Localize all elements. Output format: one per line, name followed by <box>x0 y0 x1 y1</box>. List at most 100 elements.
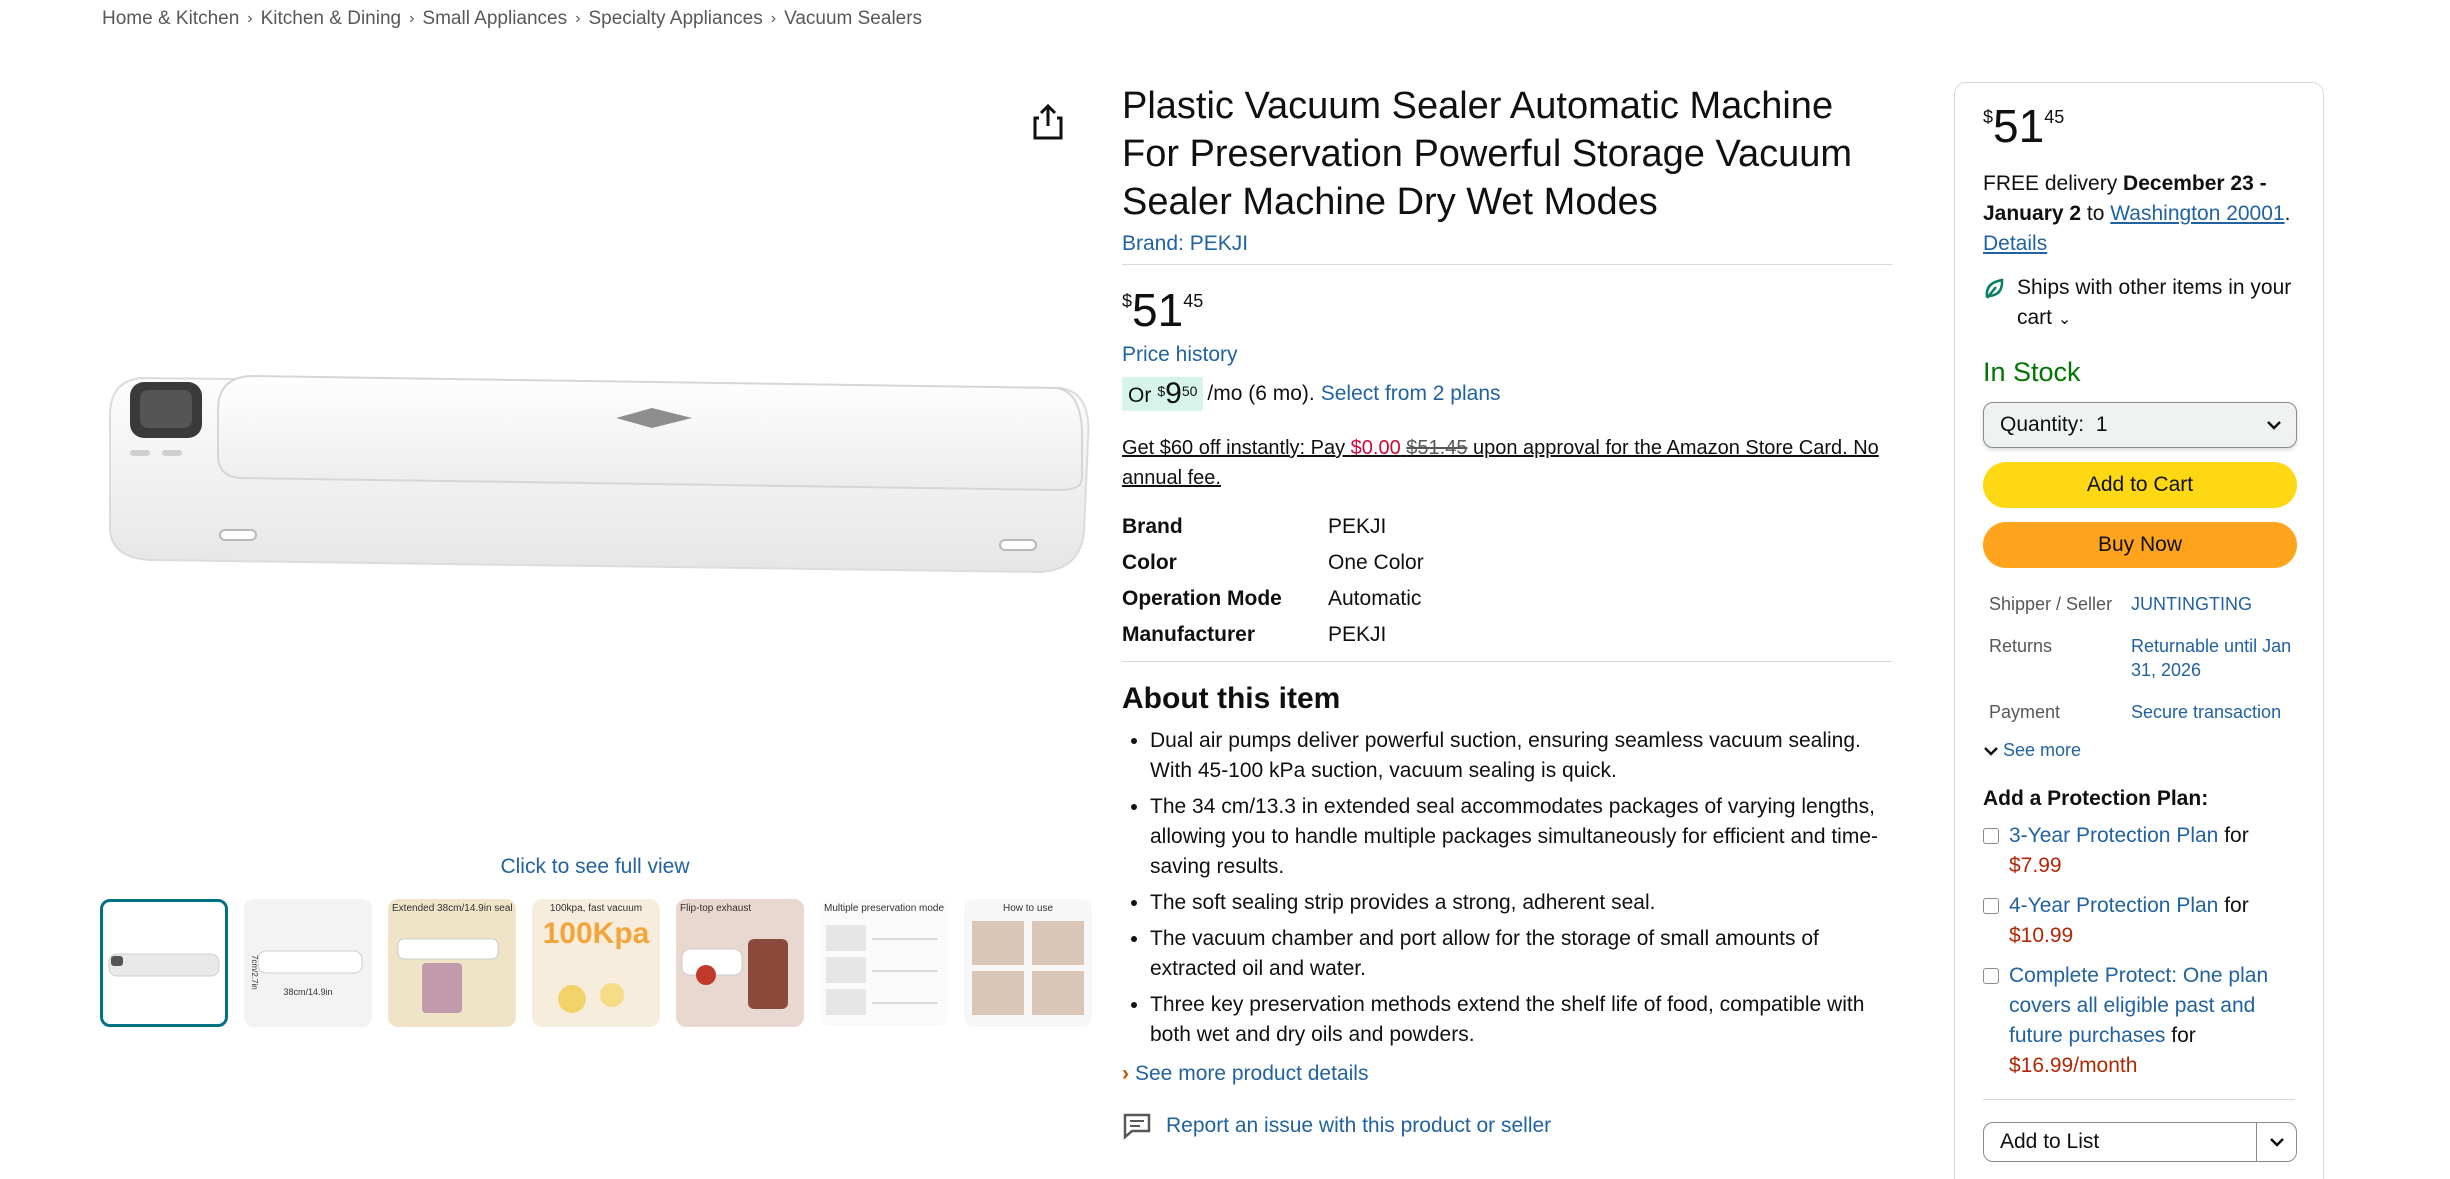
share-icon[interactable] <box>1030 102 1066 142</box>
thumbnail-3[interactable]: Extended 38cm/14.9in sealing <box>388 899 516 1027</box>
spec-key: Manufacturer <box>1122 623 1256 646</box>
thumbnail-2[interactable]: 38cm/14.9in 7cm/2.7in <box>244 899 372 1027</box>
see-more-button[interactable]: See more <box>1983 740 2295 761</box>
select-plans-link[interactable]: Select from 2 plans <box>1321 382 1501 406</box>
breadcrumb-item[interactable]: Small Appliances <box>422 8 567 30</box>
price-fraction: 45 <box>2044 107 2065 127</box>
chevron-down-icon[interactable] <box>2256 1123 2296 1161</box>
stock-status: In Stock <box>1983 357 2081 387</box>
spec-key: Operation Mode <box>1122 587 1282 610</box>
ships-with-cart[interactable]: Ships with other items in your cart ⌄ <box>1983 273 2295 335</box>
quantity-select[interactable]: Quantity: 1 <box>1983 402 2297 448</box>
monthly-whole: 9 <box>1165 377 1182 410</box>
spec-value: One Color <box>1328 551 1424 574</box>
offer-old-price: $51.45 <box>1406 437 1468 459</box>
thumbnail-1[interactable] <box>100 899 228 1027</box>
thumbnail-5[interactable]: Flip-top exhaust <box>676 899 804 1027</box>
buy-now-button[interactable]: Buy Now <box>1983 522 2297 568</box>
feature-bullet: Three key preservation methods extend th… <box>1150 990 1892 1050</box>
spec-value: Automatic <box>1328 587 1422 610</box>
spec-table: Brand PEKJI Color One Color Operation Mo… <box>1122 515 1892 647</box>
monthly-fraction: 50 <box>1181 383 1198 399</box>
add-to-list-label: Add to List <box>2000 1130 2100 1153</box>
breadcrumb-item[interactable]: Specialty Appliances <box>588 8 762 30</box>
meta-key: Payment <box>1989 702 2061 722</box>
product-details: Plastic Vacuum Sealer Automatic Machine … <box>1122 82 1892 1140</box>
svg-text:7cm/2.7in: 7cm/2.7in <box>250 955 259 990</box>
chevron-down-icon <box>2267 421 2281 430</box>
thumbnail-caption: Flip-top exhaust <box>680 903 752 914</box>
delivery-to: to <box>2081 202 2111 225</box>
breadcrumb-separator: › <box>575 10 581 27</box>
protection-plan-link[interactable]: Complete Protect: One plan covers all el… <box>2009 964 2268 1047</box>
feature-bullet: Dual air pumps deliver powerful suction,… <box>1150 726 1892 786</box>
payment-link[interactable]: Secure transaction <box>2131 700 2295 724</box>
breadcrumb-separator: › <box>770 10 777 27</box>
offer-text: Get $60 off instantly: Pay <box>1122 437 1351 459</box>
report-issue-label: Report an issue with this product or sel… <box>1166 1114 1552 1137</box>
meta-key: Returns <box>1989 636 2053 656</box>
thumbnail-strip: 38cm/14.9in 7cm/2.7in Extended 38cm/14.9i… <box>100 899 1092 1027</box>
quantity-value: 1 <box>2095 413 2108 436</box>
returns-link[interactable]: Returnable until Jan 31, 2026 <box>2131 634 2295 682</box>
thumbnail-caption: Extended 38cm/14.9in sealing <box>392 903 512 914</box>
thumbnail-4[interactable]: 100kpa, fast vacuum 100Kpa <box>532 899 660 1027</box>
spec-key: Brand <box>1122 515 1183 538</box>
add-to-cart-button[interactable]: Add to Cart <box>1983 462 2297 508</box>
breadcrumb: Home & Kitchen › Kitchen & Dining › Smal… <box>102 8 922 30</box>
price-whole: 51 <box>1993 100 2045 152</box>
delivery-location-link[interactable]: Washington 20001 <box>2110 202 2284 225</box>
breadcrumb-item[interactable]: Home & Kitchen <box>102 8 239 30</box>
feature-bullet: The 34 cm/13.3 in extended seal accommod… <box>1150 792 1892 882</box>
spec-value: PEKJI <box>1328 515 1387 538</box>
see-more-details-label: See more product details <box>1135 1062 1369 1085</box>
seller-link[interactable]: JUNTINGTING <box>2131 592 2295 616</box>
leaf-icon <box>1985 278 2004 299</box>
price-symbol: $ <box>1122 291 1133 311</box>
buy-box: $ 51 45 FREE delivery December 23 - Janu… <box>1954 82 2324 1179</box>
breadcrumb-item[interactable]: Vacuum Sealers <box>784 8 922 30</box>
protection-checkbox[interactable] <box>1983 968 1999 984</box>
monthly-symbol: $ <box>1157 383 1166 399</box>
thumbnail-caption: How to use <box>1002 903 1054 914</box>
brand-link[interactable]: Brand: PEKJI <box>1122 232 1248 256</box>
protection-price: $7.99 <box>2009 854 2062 877</box>
meta-key: Shipper / Seller <box>1989 594 2113 614</box>
add-to-list-button[interactable]: Add to List <box>1983 1122 2297 1162</box>
divider <box>1983 1099 2295 1100</box>
product-price: $ 51 45 <box>1122 287 1892 333</box>
monthly-payment: Or $ 9 50 /mo (6 mo). Select from 2 plan… <box>1122 377 1892 411</box>
svg-text:38cm/14.9in: 38cm/14.9in <box>283 987 332 997</box>
protection-checkbox[interactable] <box>1983 828 1999 844</box>
see-more-details-link[interactable]: › See more product details <box>1122 1062 1368 1086</box>
protection-checkbox[interactable] <box>1983 898 1999 914</box>
thumbnail-6[interactable]: Multiple preservation modes <box>820 899 948 1027</box>
price-symbol: $ <box>1983 107 1994 127</box>
click-to-see-full-view[interactable]: Click to see full view <box>100 855 1090 879</box>
quantity-label: Quantity: <box>2000 413 2085 436</box>
divider <box>1122 264 1892 265</box>
report-issue-link[interactable]: Report an issue with this product or sel… <box>1122 1112 1892 1140</box>
store-card-offer[interactable]: Get $60 off instantly: Pay $0.00 $51.45 … <box>1122 433 1892 493</box>
spec-key: Color <box>1122 551 1177 574</box>
delivery-details-link[interactable]: Details <box>1983 232 2047 255</box>
protection-plan-link[interactable]: 4-Year Protection Plan <box>2009 894 2218 917</box>
thumbnail-caption: Multiple preservation modes <box>824 903 944 914</box>
protection-plan-link[interactable]: 3-Year Protection Plan <box>2009 824 2218 847</box>
about-heading: About this item <box>1122 682 1341 715</box>
thumbnail-caption: 100kpa, fast vacuum <box>549 903 643 914</box>
chevron-down-icon: ⌄ <box>2057 311 2072 328</box>
price-history-link[interactable]: Price history <box>1122 343 1238 367</box>
thumbnail-7[interactable]: How to use <box>964 899 1092 1027</box>
spec-value: PEKJI <box>1328 623 1387 646</box>
thumbnail-highlight: 100Kpa <box>542 917 650 950</box>
breadcrumb-item[interactable]: Kitchen & Dining <box>261 8 401 30</box>
main-product-image[interactable] <box>100 360 1090 590</box>
price-fraction: 45 <box>1183 291 1204 311</box>
protection-price: $16.99/month <box>2009 1054 2138 1077</box>
protection-plan-option: 3-Year Protection Plan for $7.99 <box>1983 821 2295 881</box>
chevron-down-icon <box>1984 746 1998 756</box>
monthly-prefix: Or <box>1128 384 1152 407</box>
feature-bullet: The soft sealing strip provides a strong… <box>1150 888 1892 918</box>
see-more-label: See more <box>2003 740 2082 760</box>
